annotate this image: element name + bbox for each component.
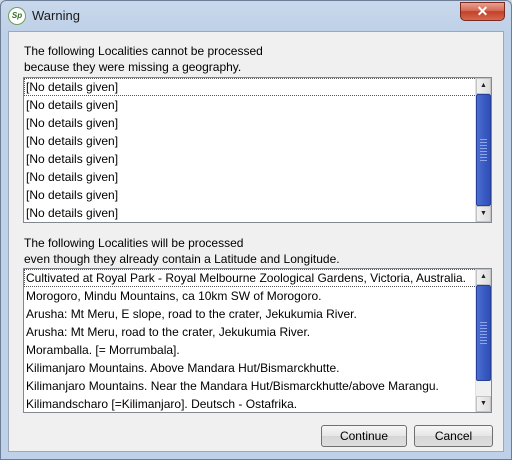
grip-icon	[480, 139, 487, 161]
will-process-items: Cultivated at Royal Park - Royal Melbour…	[24, 269, 491, 412]
missing-geography-list-item[interactable]: [No details given]	[24, 114, 491, 132]
will-process-list-item[interactable]: Kilimanjaro Mountains. Above Mandara Hut…	[24, 359, 491, 377]
cancel-button[interactable]: Cancel	[414, 425, 493, 447]
dialog-content: The following Localities cannot be proce…	[8, 31, 504, 452]
will-process-list-item[interactable]: Cultivated at Royal Park - Royal Melbour…	[24, 269, 491, 287]
will-process-label-line2: even though they already contain a Latit…	[24, 252, 340, 266]
will-process-list-item[interactable]: Kilimanjaro Mountains. Near the Mandara …	[24, 377, 491, 395]
missing-geography-label-line2: because they were missing a geography.	[24, 60, 242, 74]
warning-dialog: Sp Warning ✕ The following Localities ca…	[0, 0, 512, 460]
missing-geography-list-item[interactable]: [No details given]	[24, 78, 491, 96]
missing-geography-items: [No details given] [No details given] [No …	[24, 78, 491, 222]
scroll-down-arrow-icon[interactable]: ▼	[476, 396, 491, 412]
will-process-label-line1: The following Localities will be process…	[24, 236, 244, 250]
close-button[interactable]: ✕	[460, 2, 505, 21]
missing-geography-list-item[interactable]: [No details given]	[24, 204, 491, 222]
specify-app-icon: Sp	[8, 7, 26, 25]
missing-geography-scrollbar[interactable]: ▲ ▼	[475, 78, 491, 222]
window-title: Warning	[32, 8, 80, 23]
missing-geography-list[interactable]: [No details given] [No details given] [No …	[23, 77, 492, 223]
grip-icon	[480, 322, 487, 344]
scroll-up-arrow-icon[interactable]: ▲	[476, 269, 491, 285]
scroll-down-arrow-icon[interactable]: ▼	[476, 206, 491, 222]
missing-geography-list-item[interactable]: [No details given]	[24, 96, 491, 114]
will-process-list-item[interactable]: Morogoro, Mindu Mountains, ca 10km SW of…	[24, 287, 491, 305]
scroll-thumb[interactable]	[476, 94, 491, 206]
scroll-thumb[interactable]	[476, 285, 491, 381]
will-process-list-item[interactable]: Moramballa. [= Morrumbala].	[24, 341, 491, 359]
title-bar[interactable]: Sp Warning ✕	[1, 1, 511, 31]
will-process-list-item[interactable]: Kilimandscharo [=Kilimanjaro]. Deutsch -…	[24, 395, 491, 412]
scroll-up-arrow-icon[interactable]: ▲	[476, 78, 491, 94]
missing-geography-list-item[interactable]: [No details given]	[24, 168, 491, 186]
missing-geography-list-item[interactable]: [No details given]	[24, 150, 491, 168]
missing-geography-list-item[interactable]: [No details given]	[24, 186, 491, 204]
missing-geography-list-item[interactable]: [No details given]	[24, 132, 491, 150]
will-process-list[interactable]: Cultivated at Royal Park - Royal Melbour…	[23, 268, 492, 413]
will-process-scrollbar[interactable]: ▲ ▼	[475, 269, 491, 412]
will-process-list-item[interactable]: Arusha: Mt Meru, road to the crater, Jek…	[24, 323, 491, 341]
will-process-list-item[interactable]: Arusha: Mt Meru, E slope, road to the cr…	[24, 305, 491, 323]
continue-button[interactable]: Continue	[321, 425, 407, 447]
missing-geography-label-line1: The following Localities cannot be proce…	[24, 44, 263, 58]
